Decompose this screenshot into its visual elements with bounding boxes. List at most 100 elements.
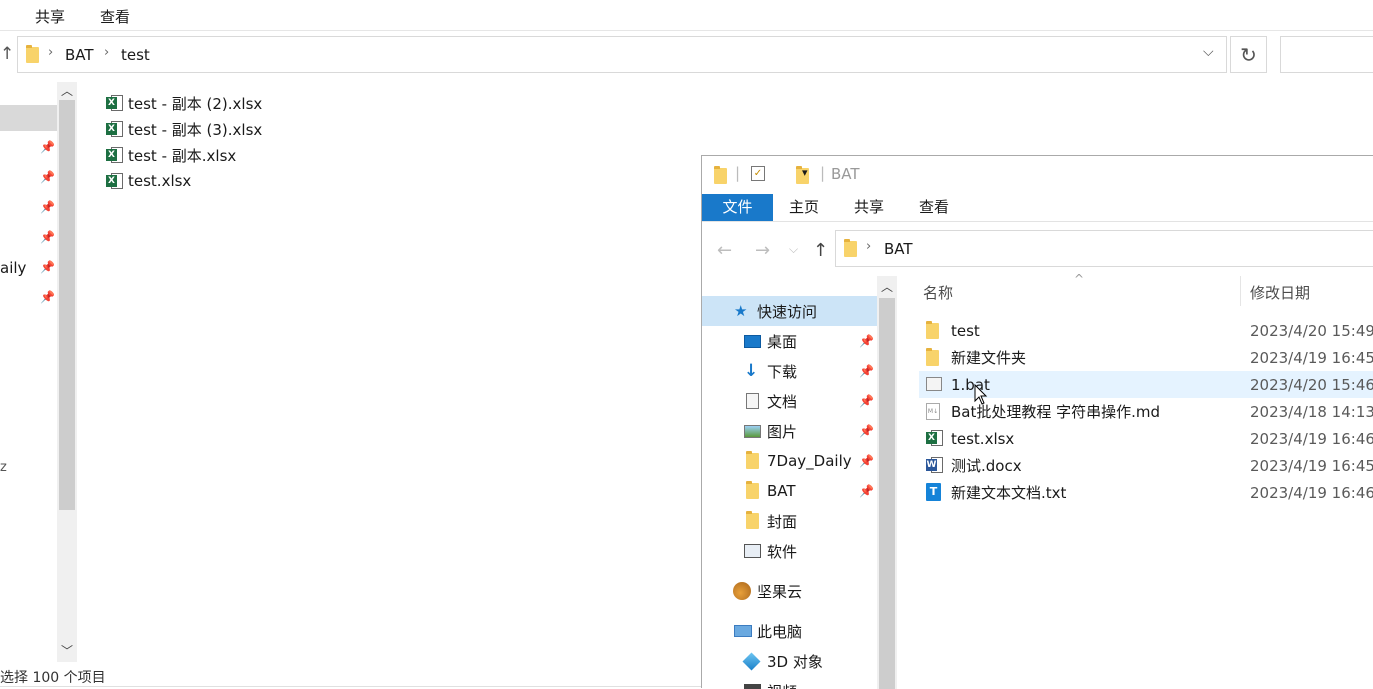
refresh-icon: ↻ (1240, 42, 1257, 67)
tree-item-quick-access[interactable]: ★ 快速访问 (702, 296, 877, 326)
list-item[interactable]: X test - 副本 (2).xlsx (106, 92, 262, 114)
breadcrumb-item-test[interactable]: test (121, 46, 150, 64)
refresh-button[interactable]: ↻ (1230, 36, 1267, 73)
pin-icon: 📌 (40, 170, 55, 184)
customize-toolbar-icon[interactable]: ▾ (802, 166, 808, 179)
excel-file-icon: X (106, 120, 124, 138)
ribbon-tabs: 文件 主页 共享 查看 (702, 194, 1373, 222)
column-divider[interactable] (1240, 276, 1241, 306)
tree-item-label: 7Day_Daily (767, 452, 852, 470)
column-header-name[interactable]: 名称 (923, 282, 953, 303)
folder-icon (746, 511, 759, 529)
nav-scrollbar[interactable]: ︿ ﹀ (57, 82, 77, 662)
star-icon: ★ (734, 302, 748, 320)
pin-icon: 📌 (859, 484, 874, 498)
text-file-icon: T (926, 483, 941, 501)
forward-arrow-icon[interactable]: → (755, 240, 770, 261)
file-name: 测试.docx (951, 457, 1022, 475)
tab-share[interactable]: 共享 (854, 194, 884, 221)
back-arrow-icon[interactable]: ← (717, 240, 732, 261)
list-item[interactable]: X test - 副本.xlsx (106, 144, 236, 166)
folder-icon (844, 239, 857, 257)
file-date: 2023/4/20 15:49 (1250, 321, 1373, 340)
scrollbar-thumb[interactable] (879, 298, 895, 689)
file-name: test - 副本.xlsx (128, 146, 237, 165)
breadcrumb-item-bat[interactable]: BAT (65, 46, 94, 64)
list-item[interactable]: T 新建文本文档.txt 2023/4/19 16:46 (919, 479, 1373, 506)
tree-item-3d-objects[interactable]: 3D 对象 (702, 646, 877, 676)
file-date: 2023/4/19 16:45 (1250, 456, 1373, 475)
file-name: test.xlsx (128, 172, 192, 190)
list-item[interactable]: W 测试.docx 2023/4/19 16:45 (919, 452, 1373, 479)
list-item[interactable]: X test - 副本 (3).xlsx (106, 118, 262, 140)
file-date: 2023/4/19 16:46 (1250, 429, 1373, 448)
file-name: test - 副本 (2).xlsx (128, 94, 263, 113)
pin-icon: 📌 (40, 230, 55, 244)
tree-item-7day-daily[interactable]: 7Day_Daily 📌 (702, 446, 877, 476)
navigation-scrollbar[interactable]: ︿ (877, 276, 897, 689)
tree-item-label: 软件 (767, 542, 798, 561)
tree-item-label: 此电脑 (757, 622, 803, 641)
window-title: BAT (831, 165, 860, 183)
tree-item-cover[interactable]: 封面 (702, 506, 877, 536)
pictures-icon (744, 424, 761, 438)
list-item[interactable]: 新建文件夹 2023/4/19 16:45 (919, 344, 1373, 371)
column-header-date[interactable]: 修改日期 (1250, 282, 1310, 303)
mouse-cursor-icon (974, 384, 988, 405)
tree-item-software[interactable]: 软件 (702, 536, 877, 566)
scroll-up-icon[interactable]: ︿ (881, 278, 893, 295)
tree-item-bat[interactable]: BAT 📌 (702, 476, 877, 506)
scrollbar-thumb[interactable] (59, 100, 75, 510)
scroll-down-icon[interactable]: ﹀ (61, 642, 73, 659)
divider: | (735, 164, 741, 182)
up-arrow-icon[interactable]: ↑ (0, 44, 14, 64)
tab-share[interactable]: 共享 (35, 6, 65, 27)
tree-item-videos[interactable]: 视频 (702, 676, 877, 689)
nav-item-daily[interactable]: aily (0, 259, 26, 277)
folder-icon (926, 348, 939, 366)
up-arrow-icon[interactable]: ↑ (813, 240, 828, 261)
bat-file-icon (926, 377, 942, 391)
cube-icon (742, 651, 761, 671)
chevron-down-icon[interactable]: ⌵ (1203, 44, 1214, 60)
tab-view[interactable]: 查看 (919, 194, 949, 221)
sort-ascending-icon: ^ (1074, 272, 1085, 286)
chevron-right-icon: › (866, 239, 872, 254)
list-item[interactable]: test 2023/4/20 15:49 (919, 317, 1373, 344)
tree-item-pictures[interactable]: 图片 📌 (702, 416, 877, 446)
tree-item-documents[interactable]: 文档 📌 (702, 386, 877, 416)
properties-icon[interactable]: ✓ (751, 166, 765, 181)
search-input[interactable] (1280, 36, 1373, 73)
markdown-file-icon: M↓ (926, 403, 940, 420)
list-item[interactable]: X test.xlsx (106, 170, 191, 192)
nav-selected-item[interactable] (0, 105, 57, 131)
file-date: 2023/4/19 16:46 (1250, 483, 1373, 502)
tree-item-desktop[interactable]: 桌面 📌 (702, 326, 877, 356)
explorer-window: | ✓ ▾ | BAT 文件 主页 共享 查看 ← → ⌵ ↑ › BAT ★ … (701, 155, 1373, 689)
file-name: test (951, 321, 980, 340)
tree-item-downloads[interactable]: ↓ 下载 📌 (702, 356, 877, 386)
file-name: 新建文本文档.txt (951, 484, 1067, 502)
list-item[interactable]: X test.xlsx 2023/4/19 16:46 (919, 425, 1373, 452)
pin-icon: 📌 (40, 260, 55, 274)
video-icon (744, 684, 761, 689)
tab-view[interactable]: 查看 (100, 6, 130, 27)
pin-icon: 📌 (859, 394, 874, 408)
nav-item-partial[interactable]: z (0, 460, 7, 475)
folder-icon (714, 166, 727, 184)
tab-home[interactable]: 主页 (789, 194, 819, 221)
folder-icon (26, 45, 39, 63)
chevron-right-icon: › (104, 45, 110, 60)
recent-locations-chevron-icon[interactable]: ⌵ (789, 242, 798, 257)
pin-icon: 📌 (40, 140, 55, 154)
address-bar[interactable]: › BAT (835, 230, 1373, 267)
tree-item-jianguoyun[interactable]: 坚果云 (702, 576, 877, 606)
breadcrumb-item-bat[interactable]: BAT (884, 240, 913, 258)
tree-item-label: 图片 (767, 422, 798, 441)
address-bar[interactable]: › BAT › test ⌵ (17, 36, 1227, 73)
tab-file[interactable]: 文件 (702, 194, 773, 221)
tree-item-this-pc[interactable]: 此电脑 (702, 616, 877, 646)
scroll-up-icon[interactable]: ︿ (61, 82, 73, 99)
tree-item-label: 桌面 (767, 332, 798, 351)
file-name: test - 副本 (3).xlsx (128, 120, 263, 139)
